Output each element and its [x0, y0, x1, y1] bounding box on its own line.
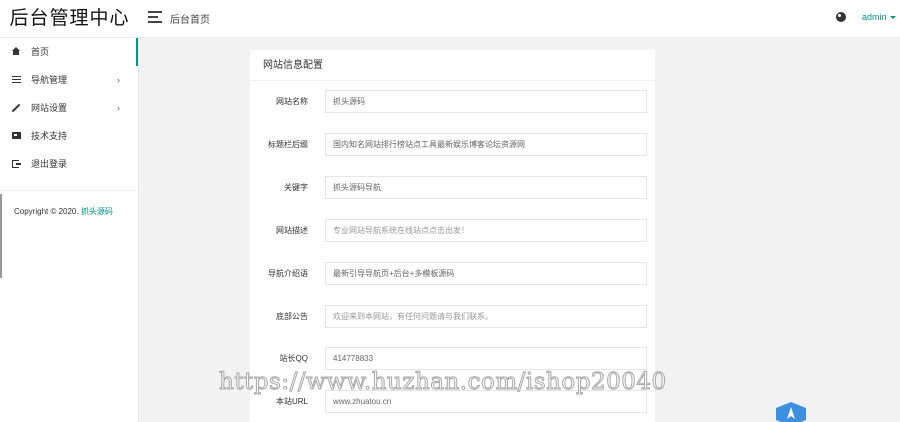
settings-panel: 网站信息配置 网站名称 抓头源码标题栏后缀 国内知名网站排行榜站点工具最新娱乐博客论… [250, 50, 655, 422]
sidebar-item-label: 导航管理 [31, 75, 68, 85]
form-row: 网站名称 抓头源码 [250, 90, 655, 113]
sidebar-item-label: 技术支持 [31, 131, 68, 141]
form-input[interactable]: 抓头源码导航 [325, 176, 647, 199]
form-input[interactable]: 国内知名网站排行榜站点工具最新娱乐博客论坛资源网 [325, 133, 647, 156]
chevron-right-icon: › [117, 103, 120, 113]
form-label: 标题栏后缀 [268, 140, 308, 149]
form-row: 关键字 抓头源码导航 [250, 176, 655, 199]
form-row: 底部公告 欢迎来到本网站，有任何问题请与我们联系。 [250, 305, 655, 328]
menu-toggle-icon[interactable] [148, 11, 162, 25]
form-label: 网站描述 [276, 226, 308, 235]
form-input[interactable]: 414778833 [325, 347, 647, 370]
sidebar-item-home[interactable]: 首页 [0, 38, 138, 66]
copyright-link[interactable]: 抓头源码 [81, 207, 113, 216]
form-label: 导航介绍语 [268, 269, 308, 278]
sidebar-item-label: 退出登录 [31, 159, 68, 169]
top-header: 后台管理中心 后台首页 admin [0, 0, 900, 38]
copyright: Copyright © 2020. 抓头源码 [14, 206, 113, 217]
form-row: 网站描述 专业网站导航系统在线站点点击出发！ [250, 219, 655, 242]
panel-title: 网站信息配置 [250, 50, 655, 81]
sidebar-item-site-settings[interactable]: 网站设置 › [0, 94, 138, 122]
form-label: 站长QQ [279, 354, 308, 363]
sidebar-item-logout[interactable]: 退出登录 [0, 150, 138, 178]
form-input[interactable]: 最新引导导航页+后台+多模板源码 [325, 262, 647, 285]
form-input[interactable]: 专业网站导航系统在线站点点击出发！ [325, 219, 647, 242]
exit-icon [12, 160, 21, 168]
chevron-right-icon: › [117, 75, 120, 85]
form-row: 站长QQ 414778833 [250, 347, 655, 370]
caret-down-icon [889, 16, 896, 20]
form-input[interactable]: 抓头源码 [325, 90, 647, 113]
app-logo[interactable]: 后台管理中心 [0, 0, 139, 38]
scrollbar[interactable] [0, 194, 2, 278]
sidebar-divider [0, 190, 139, 191]
sidebar: 首页 导航管理 › 网站设置 › 技术支持 退出登录 Copyright © 2… [0, 38, 139, 422]
sidebar-item-nav-manage[interactable]: 导航管理 › [0, 66, 138, 94]
form-input[interactable]: 欢迎来到本网站，有任何问题请与我们联系。 [325, 305, 647, 328]
sidebar-item-label: 网站设置 [31, 103, 68, 113]
pen-icon [11, 103, 21, 113]
copyright-text: Copyright © 2020. [14, 207, 79, 216]
form-row: 标题栏后缀 国内知名网站排行榜站点工具最新娱乐博客论坛资源网 [250, 133, 655, 156]
user-menu[interactable]: admin [862, 12, 896, 22]
form-label: 关键字 [284, 183, 308, 192]
list-icon [12, 76, 21, 83]
sidebar-item-support[interactable]: 技术支持 [0, 122, 138, 150]
home-icon [12, 47, 20, 55]
user-name: admin [862, 12, 887, 22]
form-label: 底部公告 [276, 312, 308, 321]
card-icon [12, 132, 21, 139]
palette-icon[interactable] [836, 12, 846, 22]
form-label: 网站名称 [276, 97, 308, 106]
breadcrumb[interactable]: 后台首页 [170, 11, 210, 26]
watermark: https://www.huzhan.com/ishop20040 [219, 369, 667, 396]
floating-logo-icon[interactable] [776, 402, 806, 422]
form-row: 导航介绍语 最新引导导航页+后台+多模板源码 [250, 262, 655, 285]
sidebar-item-label: 首页 [31, 47, 50, 57]
